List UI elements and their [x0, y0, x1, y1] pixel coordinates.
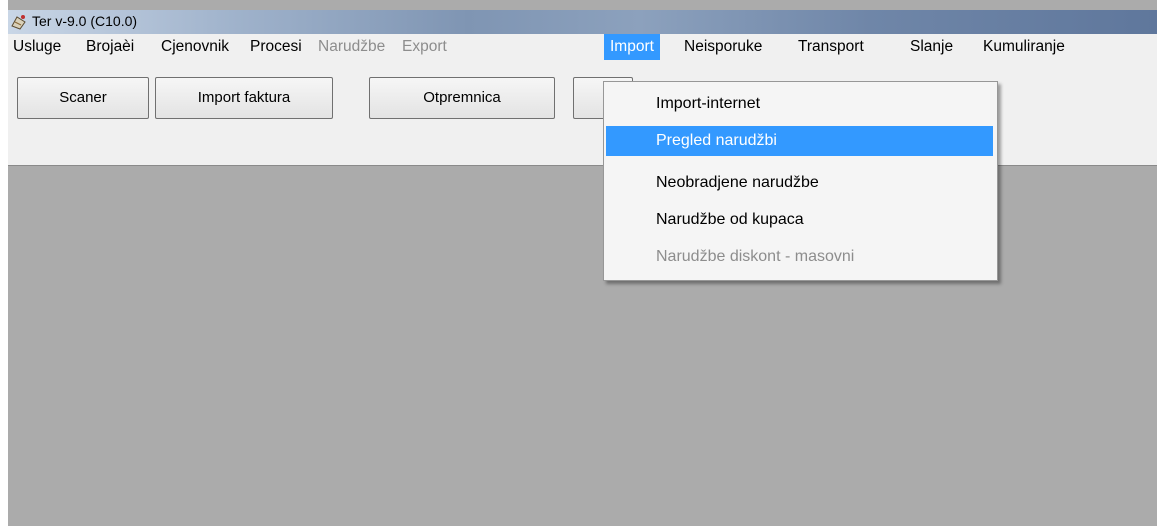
menu-cjenovnik[interactable]: Cjenovnik [156, 34, 234, 60]
menu-usluge[interactable]: Usluge [8, 34, 66, 60]
window-frame-left [0, 0, 8, 526]
scaner-button[interactable]: Scaner [17, 77, 149, 119]
otpremnica-button[interactable]: Otpremnica [369, 77, 555, 119]
menu-neisporuke[interactable]: Neisporuke [679, 34, 767, 60]
menu-item-pregled-narudzbi[interactable]: Pregled narudžbi [606, 126, 993, 156]
menu-procesi[interactable]: Procesi [245, 34, 307, 60]
import-dropdown-menu: Import-internet Pregled narudžbi Neobrad… [603, 81, 998, 281]
window-title: Ter v-9.0 (C10.0) [32, 13, 138, 29]
menu-narudzbe[interactable]: Narudžbe [313, 34, 390, 60]
import-faktura-button[interactable]: Import faktura [155, 77, 333, 119]
menu-item-import-internet[interactable]: Import-internet [606, 89, 993, 119]
menu-transport[interactable]: Transport [793, 34, 869, 60]
app-icon [11, 15, 26, 30]
menu-import[interactable]: Import [604, 34, 660, 60]
menu-brojaci[interactable]: Brojaèi [81, 34, 139, 60]
menu-item-narudzbe-od-kupaca[interactable]: Narudžbe od kupaca [606, 205, 993, 235]
menu-item-neobradjene-narudzbe[interactable]: Neobradjene narudžbe [606, 168, 993, 198]
menu-kumuliranje[interactable]: Kumuliranje [978, 34, 1070, 60]
title-bar[interactable]: Ter v-9.0 (C10.0) [8, 10, 1157, 34]
menu-bar: Usluge Brojaèi Cjenovnik Procesi Narudžb… [8, 34, 1157, 60]
menu-item-narudzbe-diskont-masovni[interactable]: Narudžbe diskont - masovni [606, 242, 993, 272]
menu-slanje[interactable]: Slanje [905, 34, 958, 60]
menu-export[interactable]: Export [397, 34, 452, 60]
